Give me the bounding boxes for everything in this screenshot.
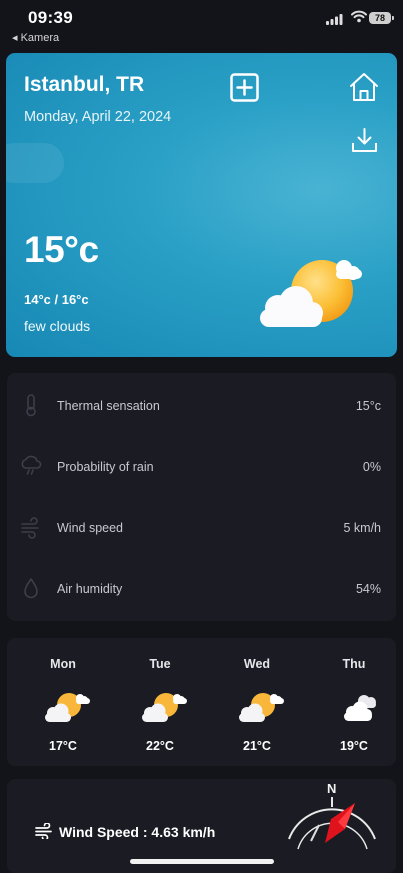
city-name: Istanbul, TR	[24, 73, 145, 96]
background-cloud-icon	[6, 143, 64, 183]
detail-value: 5 km/h	[343, 521, 381, 535]
detail-value: 54%	[355, 582, 381, 596]
forecast-temperature: 22°C	[146, 739, 174, 753]
status-time: 09:39	[28, 8, 73, 27]
back-to-app-link[interactable]: ◂ Kamera	[12, 31, 59, 44]
partly-sunny-icon	[256, 253, 368, 333]
wind-compass: N	[283, 779, 383, 873]
current-date: Monday, April 22, 2024	[24, 109, 172, 125]
detail-row-thermal-sensation: Thermal sensation 15°c	[7, 375, 396, 435]
droplet-icon	[20, 576, 42, 600]
forecast-day[interactable]: Thu 19°C	[314, 638, 394, 766]
detail-value: 15°c	[355, 399, 381, 413]
temperature-range: 14°c / 16°c	[24, 292, 89, 307]
cellular-signal-icon	[326, 12, 343, 30]
forecast-day[interactable]: Tue 22°C	[120, 638, 200, 766]
detail-row-air-humidity: Air humidity 54%	[7, 558, 396, 618]
weather-description: few clouds	[24, 318, 91, 334]
forecast-day[interactable]: Mon 17°C	[23, 638, 103, 766]
plus-square-icon	[230, 73, 259, 102]
daily-forecast-card: Mon 17°C Tue 22°C Wed 21°C Thu 19°C	[7, 638, 396, 766]
forecast-temperature: 21°C	[243, 739, 271, 753]
detail-label: Air humidity	[57, 582, 123, 596]
forecast-day-name: Thu	[342, 657, 366, 671]
current-weather-card: Istanbul, TR Monday, April 22, 2024 15°c…	[6, 53, 397, 357]
partly-sunny-icon	[43, 690, 93, 724]
detail-label: Thermal sensation	[57, 399, 160, 413]
detail-row-wind-speed: Wind speed 5 km/h	[7, 497, 396, 557]
wifi-icon	[351, 10, 367, 28]
forecast-day-name: Mon	[50, 657, 76, 671]
forecast-day-name: Tue	[149, 657, 171, 671]
partly-sunny-icon	[237, 690, 287, 724]
home-icon	[350, 73, 378, 101]
thermometer-icon	[20, 393, 42, 417]
current-temperature: 15°c	[24, 229, 99, 270]
wind-icon	[20, 515, 42, 539]
home-indicator[interactable]	[130, 859, 274, 864]
forecast-temperature: 19°C	[340, 739, 368, 753]
wind-icon	[35, 822, 55, 844]
weather-details-card: Thermal sensation 15°c Probability of ra…	[7, 373, 396, 621]
detail-value: 0%	[362, 460, 381, 474]
detail-row-rain-probability: Probability of rain 0%	[7, 436, 396, 496]
clouds-icon	[334, 690, 384, 724]
forecast-day-name: Wed	[243, 657, 271, 671]
forecast-day[interactable]: Wed 21°C	[217, 638, 297, 766]
status-bar: 09:39 ◂ Kamera 78	[0, 0, 403, 44]
compass-north-label: N	[327, 781, 336, 796]
add-city-button[interactable]	[230, 73, 259, 102]
forecast-temperature: 17°C	[49, 739, 77, 753]
download-icon	[352, 128, 377, 152]
battery-indicator: 78	[369, 12, 394, 24]
wind-speed-label: Wind Speed : 4.63 km/h	[59, 824, 216, 840]
rain-cloud-icon	[20, 454, 42, 478]
download-button[interactable]	[351, 127, 378, 153]
partly-sunny-icon	[140, 690, 190, 724]
detail-label: Wind speed	[57, 521, 124, 535]
detail-label: Probability of rain	[57, 460, 154, 474]
home-button[interactable]	[349, 72, 379, 102]
